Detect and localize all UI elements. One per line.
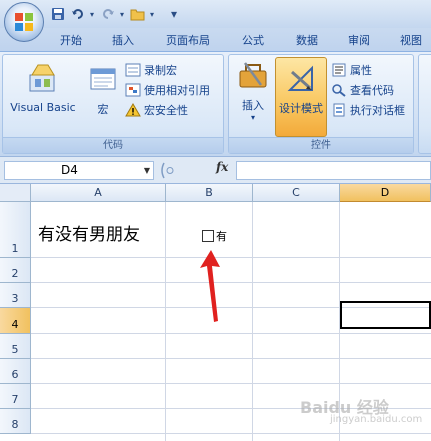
relative-reference-button[interactable]: 使用相对引用 (125, 81, 210, 99)
grid-line (31, 282, 431, 283)
row-header-3[interactable]: 3 (0, 283, 31, 308)
view-code-icon (332, 84, 346, 97)
red-arrow-annotation-icon (200, 250, 220, 322)
run-dialog-label: 执行对话框 (350, 104, 405, 117)
tab-view[interactable]: 视图 (400, 32, 422, 50)
open-folder-icon[interactable] (130, 7, 146, 21)
formula-bar: D4 ▼ fx (0, 156, 431, 184)
row-header-6[interactable]: 6 (0, 359, 31, 384)
macro-security-button[interactable]: 宏安全性 (125, 101, 188, 119)
toolbox-icon (239, 62, 267, 88)
insert-function-icon[interactable]: fx (216, 160, 228, 174)
record-macro-icon (125, 63, 141, 77)
visual-basic-icon (29, 64, 55, 92)
grid-line (165, 202, 166, 441)
macro-label: 宏 (97, 103, 109, 116)
customize-qat-icon[interactable]: ▾ (166, 7, 182, 21)
column-header-b[interactable]: B (166, 184, 253, 202)
ribbon-tabs: 开始 插入 页面布局 公式 数据 审阅 视图 (0, 28, 431, 52)
tab-page-layout[interactable]: 页面布局 (166, 32, 210, 50)
record-macro-label: 录制宏 (144, 64, 177, 77)
code-group: Visual Basic 宏 录制宏 使用相对引用 宏安全性 代码 (2, 54, 224, 154)
title-bar: ▾ ▾ ▾ ▾ (0, 0, 431, 28)
row-header-2[interactable]: 2 (0, 258, 31, 283)
dropdown-icon[interactable]: ▾ (90, 10, 96, 19)
tab-insert[interactable]: 插入 (112, 32, 134, 50)
tab-review[interactable]: 审阅 (348, 32, 370, 50)
row-header-1[interactable]: 1 (0, 202, 31, 258)
run-dialog-button[interactable]: 执行对话框 (331, 101, 405, 119)
macro-security-label: 宏安全性 (144, 104, 188, 117)
code-group-label: 代码 (3, 137, 223, 153)
controls-group: 插入 ▾ 设计模式 属性 查看代码 执行对话框 控件 (228, 54, 414, 154)
grid-line (31, 333, 431, 334)
undo-icon[interactable] (70, 7, 86, 21)
visual-basic-label: Visual Basic (10, 101, 76, 114)
save-icon[interactable] (50, 7, 66, 21)
grid-line (31, 433, 431, 434)
checkbox-control[interactable]: 有 (202, 228, 227, 244)
column-header-a[interactable]: A (31, 184, 166, 202)
controls-group-label: 控件 (229, 137, 413, 153)
name-box[interactable]: D4 ▼ (4, 161, 154, 180)
visual-basic-button[interactable]: Visual Basic (7, 61, 79, 114)
grid-line (252, 202, 253, 441)
redo-icon[interactable] (100, 7, 116, 21)
grid-line (31, 358, 431, 359)
dropdown-icon[interactable]: ▾ (150, 10, 156, 19)
office-logo-icon (15, 13, 33, 31)
tab-data[interactable]: 数据 (296, 32, 318, 50)
checkbox-box[interactable] (202, 230, 214, 242)
ribbon: Visual Basic 宏 录制宏 使用相对引用 宏安全性 代码 插入 ▾ 设… (0, 52, 431, 156)
chevron-down-icon[interactable]: ▼ (144, 162, 150, 179)
dropdown-icon[interactable]: ▾ (120, 10, 126, 19)
record-macro-button[interactable]: 录制宏 (125, 61, 177, 79)
watermark-url: jingyan.baidu.com (330, 414, 423, 425)
column-header-d[interactable]: D (340, 184, 431, 202)
macro-icon (90, 68, 116, 90)
properties-button[interactable]: 属性 (331, 61, 372, 79)
row-header-4[interactable]: 4 (0, 308, 31, 334)
relative-reference-label: 使用相对引用 (144, 84, 210, 97)
quick-access-toolbar: ▾ ▾ ▾ ▾ (50, 6, 182, 22)
grid-line (31, 257, 431, 258)
properties-label: 属性 (350, 64, 372, 77)
chevron-down-icon: ▾ (250, 113, 255, 122)
active-cell-d4[interactable] (340, 301, 431, 329)
checkbox-label: 有 (216, 230, 227, 243)
design-mode-button[interactable]: 设计模式 (275, 57, 327, 137)
view-code-label: 查看代码 (350, 84, 394, 97)
row-header-8[interactable]: 8 (0, 409, 31, 434)
formula-input[interactable] (236, 161, 431, 180)
cell-a1[interactable]: 有没有男朋友 (38, 220, 140, 245)
relative-reference-icon (125, 83, 141, 97)
row-header-7[interactable]: 7 (0, 384, 31, 409)
insert-control-label: 插入 (242, 99, 264, 112)
warning-icon (125, 103, 141, 117)
design-mode-icon (287, 65, 313, 91)
name-box-value: D4 (61, 163, 78, 177)
view-code-button[interactable]: 查看代码 (331, 81, 394, 99)
design-mode-label: 设计模式 (279, 102, 323, 115)
macro-button[interactable]: 宏 (85, 61, 121, 117)
tab-formulas[interactable]: 公式 (242, 32, 264, 50)
column-header-c[interactable]: C (253, 184, 340, 202)
worksheet-grid[interactable]: A B C D 1 2 3 4 5 6 7 8 有没有男朋友 有 Baidu 经… (0, 184, 431, 441)
office-button[interactable] (4, 2, 44, 42)
run-dialog-icon (333, 103, 345, 117)
properties-icon (332, 63, 346, 77)
tab-home[interactable]: 开始 (60, 32, 82, 50)
next-group-partial (418, 54, 431, 154)
insert-control-button[interactable]: 插入 ▾ (233, 59, 273, 122)
select-all-corner[interactable] (0, 184, 31, 202)
grid-line (31, 383, 431, 384)
row-header-5[interactable]: 5 (0, 334, 31, 359)
